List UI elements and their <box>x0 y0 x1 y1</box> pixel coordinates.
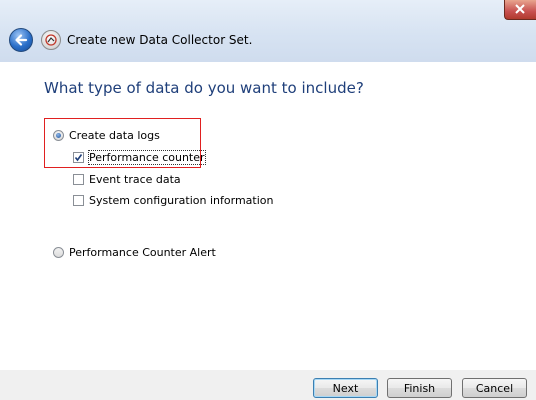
radio-unselected-icon <box>53 247 64 258</box>
back-arrow-icon <box>15 34 28 46</box>
create-data-logs-label: Create data logs <box>69 129 160 142</box>
window-title: Create new Data Collector Set. <box>67 33 253 47</box>
back-button[interactable] <box>9 28 33 52</box>
system-config-checkbox[interactable]: System configuration information <box>73 194 273 207</box>
checkbox-checked-icon <box>73 152 84 163</box>
close-icon <box>515 4 525 14</box>
data-collector-icon <box>41 30 61 50</box>
cancel-button[interactable]: Cancel <box>462 378 527 398</box>
performance-counter-alert-label: Performance Counter Alert <box>69 246 216 259</box>
title-bar: Create new Data Collector Set. <box>0 0 536 62</box>
performance-counter-label: Performance counter <box>88 150 206 165</box>
page-heading: What type of data do you want to include… <box>44 79 364 97</box>
radio-selected-icon <box>53 130 64 141</box>
system-config-label: System configuration information <box>89 194 274 207</box>
close-button[interactable] <box>504 0 536 20</box>
button-bar <box>0 370 536 400</box>
checkbox-unchecked-icon <box>73 195 84 206</box>
next-button[interactable]: Next <box>313 378 378 398</box>
checkbox-unchecked-icon <box>73 174 84 185</box>
event-trace-label: Event trace data <box>89 173 181 186</box>
event-trace-checkbox[interactable]: Event trace data <box>73 173 181 186</box>
create-data-logs-radio[interactable]: Create data logs <box>53 129 160 142</box>
performance-counter-checkbox[interactable]: Performance counter <box>73 150 206 165</box>
performance-counter-alert-radio[interactable]: Performance Counter Alert <box>53 246 216 259</box>
finish-button[interactable]: Finish <box>387 378 452 398</box>
